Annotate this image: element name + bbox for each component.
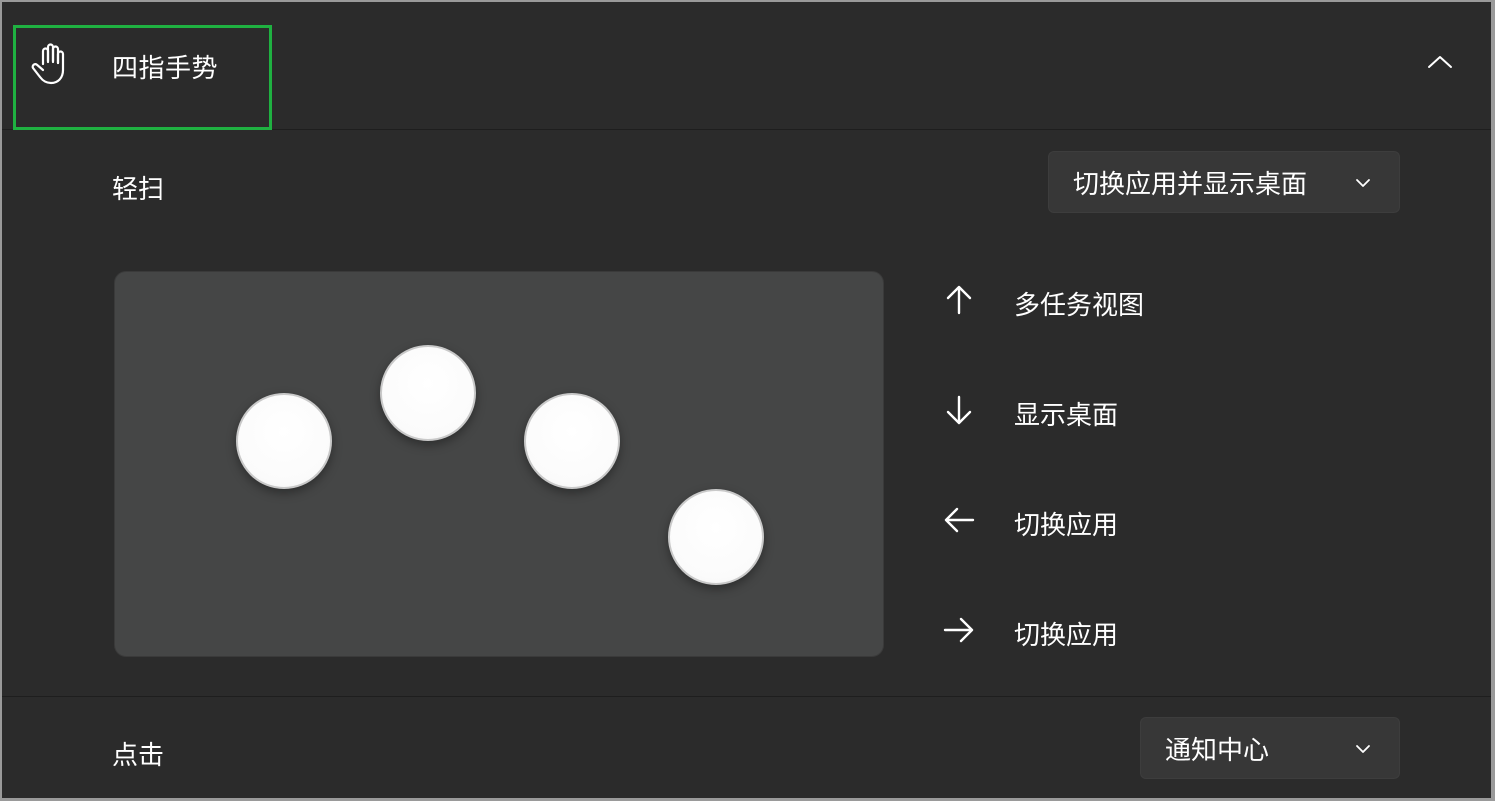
settings-panel: 四指手势 轻扫 切换应用并显示桌面 多任务视图 显示桌面 切换应用 切换应用 点… [2,2,1491,798]
gesture-label: 切换应用 [1014,511,1119,541]
chevron-down-icon [1355,173,1371,192]
swipe-label: 轻扫 [112,175,165,205]
finger-dot [524,393,620,489]
finger-dot [236,393,332,489]
gesture-item-right: 切换应用 [942,611,1342,651]
touchpad-illustration [114,271,884,657]
swipe-dropdown-value: 切换应用并显示桌面 [1073,169,1308,200]
arrow-left-icon [942,503,976,537]
collapse-button[interactable] [1420,46,1460,82]
tap-label: 点击 [112,741,165,771]
gesture-label: 切换应用 [1014,621,1119,651]
arrow-down-icon [942,393,976,427]
arrow-up-icon [942,283,976,317]
section-title: 四指手势 [112,54,219,84]
section-header[interactable]: 四指手势 [2,2,1491,130]
gesture-label: 显示桌面 [1014,401,1119,431]
swipe-dropdown[interactable]: 切换应用并显示桌面 [1048,151,1400,213]
hand-icon [29,42,71,86]
chevron-up-icon [1427,54,1453,74]
chevron-down-icon [1355,739,1371,758]
finger-dot [380,345,476,441]
tap-section: 点击 通知中心 [2,696,1491,798]
gesture-item-left: 切换应用 [942,501,1342,541]
gesture-label: 多任务视图 [1014,291,1145,321]
gesture-item-down: 显示桌面 [942,391,1342,431]
arrow-right-icon [942,613,976,647]
tap-dropdown[interactable]: 通知中心 [1140,717,1400,779]
tap-dropdown-value: 通知中心 [1165,735,1270,766]
gesture-item-up: 多任务视图 [942,281,1342,321]
swipe-section: 轻扫 切换应用并显示桌面 多任务视图 显示桌面 切换应用 切换应用 [2,131,1491,695]
finger-dot [668,489,764,585]
